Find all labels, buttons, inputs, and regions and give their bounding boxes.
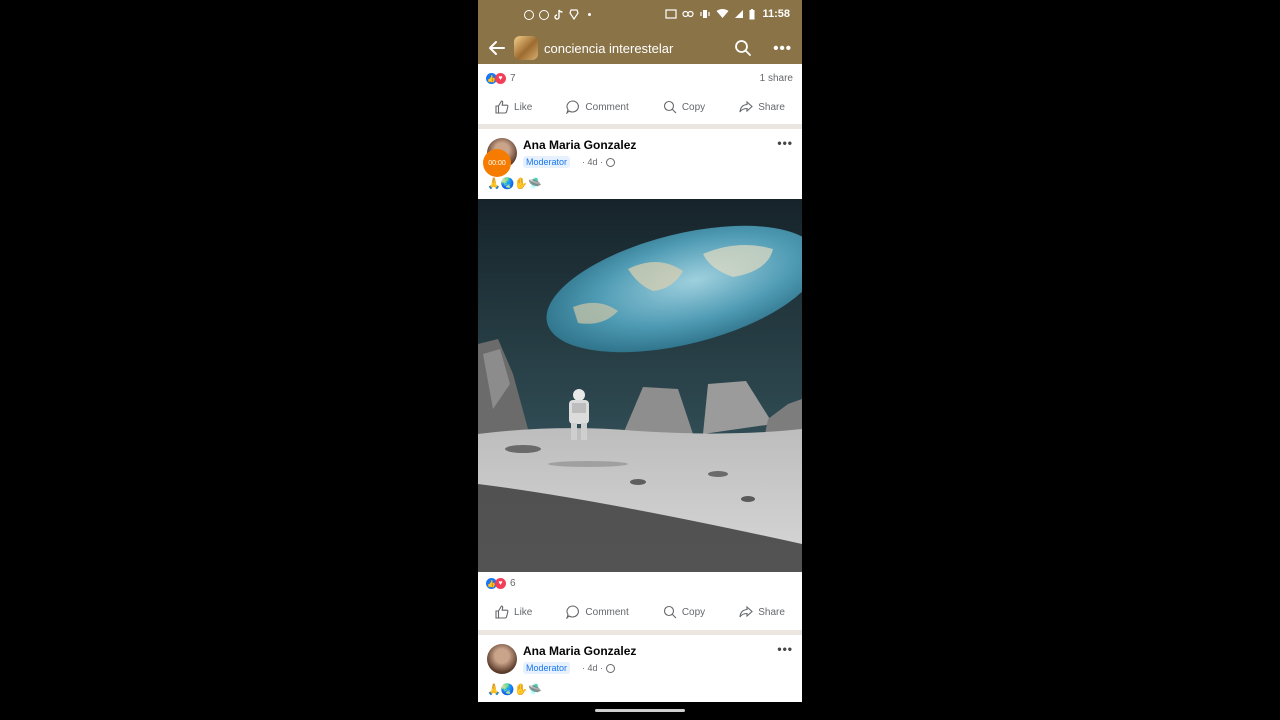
group-header: conciencia interestelar •••: [478, 32, 802, 64]
more-notifications-dot-icon: [588, 13, 591, 16]
system-icons: 11:58: [665, 8, 790, 20]
share-icon: [739, 100, 754, 113]
share-count[interactable]: 1 share: [760, 73, 793, 84]
group-title[interactable]: conciencia interestelar: [544, 41, 673, 56]
thumbs-up-icon: [495, 605, 509, 619]
status-bar: 11:58: [478, 0, 802, 32]
copy-icon: [663, 605, 677, 619]
author-name[interactable]: Ana Maria Gonzalez: [523, 644, 636, 658]
arrow-left-icon[interactable]: [487, 38, 507, 58]
author-name[interactable]: Ana Maria Gonzalez: [523, 138, 636, 152]
post-meta: · 4d ·: [582, 157, 616, 167]
thumbs-up-icon: [495, 100, 509, 114]
public-globe-icon: [606, 157, 616, 167]
wifi-icon: [716, 9, 729, 18]
tiktok-icon: [554, 9, 563, 20]
action-bar: Like Comment Copy Share: [478, 605, 802, 619]
author-avatar[interactable]: [487, 644, 517, 674]
search-icon[interactable]: [734, 39, 752, 57]
comment-button[interactable]: Comment: [566, 100, 629, 114]
post-more-icon[interactable]: •••: [777, 136, 793, 150]
post-text: 🙏🌏✋🛸: [487, 684, 542, 696]
action-bar: Like Comment Copy Share: [478, 100, 802, 114]
post-time: · 4d ·: [582, 663, 604, 673]
like-button[interactable]: Like: [495, 100, 532, 114]
comment-button[interactable]: Comment: [566, 605, 629, 619]
love-reaction-icon: ♥: [495, 73, 506, 84]
next-post-header: Ana Maria Gonzalez Moderator · 4d · ••• …: [478, 635, 802, 702]
phone-screen: 11:58 conciencia interestelar ••• 👍 ♥ 7 …: [478, 0, 802, 720]
copy-button[interactable]: Copy: [663, 605, 705, 619]
like-button[interactable]: Like: [495, 605, 532, 619]
recording-timer-badge[interactable]: 00:00: [483, 149, 511, 177]
gesture-nav-bar[interactable]: [595, 709, 685, 712]
comment-icon: [566, 605, 580, 619]
post-time: · 4d ·: [582, 157, 604, 167]
whatsapp-icon: [524, 9, 534, 20]
share-button[interactable]: Share: [739, 605, 785, 619]
notification-icons: [524, 9, 591, 20]
vibrate-icon: [700, 10, 711, 18]
reaction-summary[interactable]: 👍 ♥ 6: [486, 578, 516, 589]
love-reaction-icon: ♥: [495, 578, 506, 589]
group-avatar[interactable]: [514, 36, 538, 60]
post-footer: 👍 ♥ 6 Like Comment Copy Share: [478, 572, 802, 631]
reaction-summary[interactable]: 👍 ♥ 7: [486, 73, 516, 84]
moderator-badge: Moderator: [523, 662, 571, 674]
public-globe-icon: [606, 663, 616, 673]
post-more-icon[interactable]: •••: [777, 642, 793, 656]
share-icon: [739, 605, 754, 618]
more-options-icon[interactable]: •••: [773, 40, 792, 57]
post-text: 🙏🌏✋🛸: [487, 178, 542, 190]
previous-post-footer: 👍 ♥ 7 1 share Like Comment Copy Share: [478, 64, 802, 124]
brave-icon: [569, 9, 579, 20]
messenger-icon: [539, 9, 549, 20]
link-icon: [682, 10, 695, 18]
moderator-badge: Moderator: [523, 156, 571, 168]
post-image[interactable]: [478, 199, 802, 572]
signal-icon: [735, 10, 744, 18]
cast-icon: [665, 9, 678, 19]
comment-icon: [566, 100, 580, 114]
post-header: 00:00 Ana Maria Gonzalez Moderator · 4d …: [478, 129, 802, 199]
share-button[interactable]: Share: [739, 100, 785, 114]
moon-earth-astronaut-image: [478, 199, 802, 572]
reaction-count: 7: [510, 73, 516, 84]
copy-button[interactable]: Copy: [663, 100, 705, 114]
battery-icon: [749, 8, 755, 19]
reaction-count: 6: [510, 578, 516, 589]
clock: 11:58: [762, 8, 790, 20]
copy-icon: [663, 100, 677, 114]
post-meta: · 4d ·: [582, 663, 616, 673]
